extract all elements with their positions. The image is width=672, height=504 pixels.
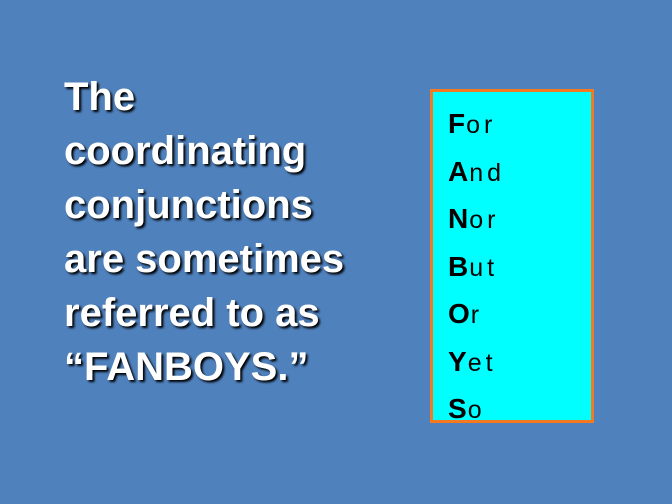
fanboys-item-and: And bbox=[448, 148, 505, 196]
fanboys-letter: A bbox=[448, 155, 469, 187]
main-text-line: coordinating bbox=[64, 129, 307, 173]
fanboys-rest: or bbox=[466, 111, 497, 139]
main-text-line: are sometimes bbox=[64, 237, 345, 281]
fanboys-item-for: For bbox=[448, 100, 505, 148]
fanboys-letter: F bbox=[448, 108, 466, 139]
fanboys-rest: nd bbox=[469, 158, 506, 187]
fanboys-item-or: Or bbox=[448, 290, 505, 338]
main-text-line: The bbox=[64, 75, 136, 119]
fanboys-letter: N bbox=[448, 203, 469, 234]
fanboys-list: For And Nor But Or Yet So bbox=[448, 100, 505, 433]
fanboys-rest: et bbox=[467, 348, 497, 377]
fanboys-item-nor: Nor bbox=[448, 195, 505, 243]
fanboys-rest: ut bbox=[469, 253, 499, 282]
fanboys-box: For And Nor But Or Yet So bbox=[430, 89, 594, 424]
fanboys-item-yet: Yet bbox=[448, 338, 505, 386]
fanboys-item-but: But bbox=[448, 243, 505, 291]
fanboys-rest: or bbox=[469, 206, 500, 234]
slide: The coordinating conjunctions are someti… bbox=[0, 0, 672, 504]
fanboys-letter: B bbox=[448, 250, 469, 282]
fanboys-rest: o bbox=[467, 396, 486, 424]
fanboys-letter: S bbox=[448, 393, 467, 424]
fanboys-letter: O bbox=[448, 298, 470, 329]
main-text-line: referred to as bbox=[64, 291, 320, 335]
slide-main-text: The coordinating conjunctions are someti… bbox=[64, 70, 404, 394]
main-text-line: “FANBOYS.” bbox=[64, 345, 309, 389]
fanboys-item-so: So bbox=[448, 385, 505, 433]
fanboys-letter: Y bbox=[448, 345, 467, 377]
main-text-line: conjunctions bbox=[64, 183, 313, 227]
fanboys-rest: r bbox=[470, 301, 484, 329]
